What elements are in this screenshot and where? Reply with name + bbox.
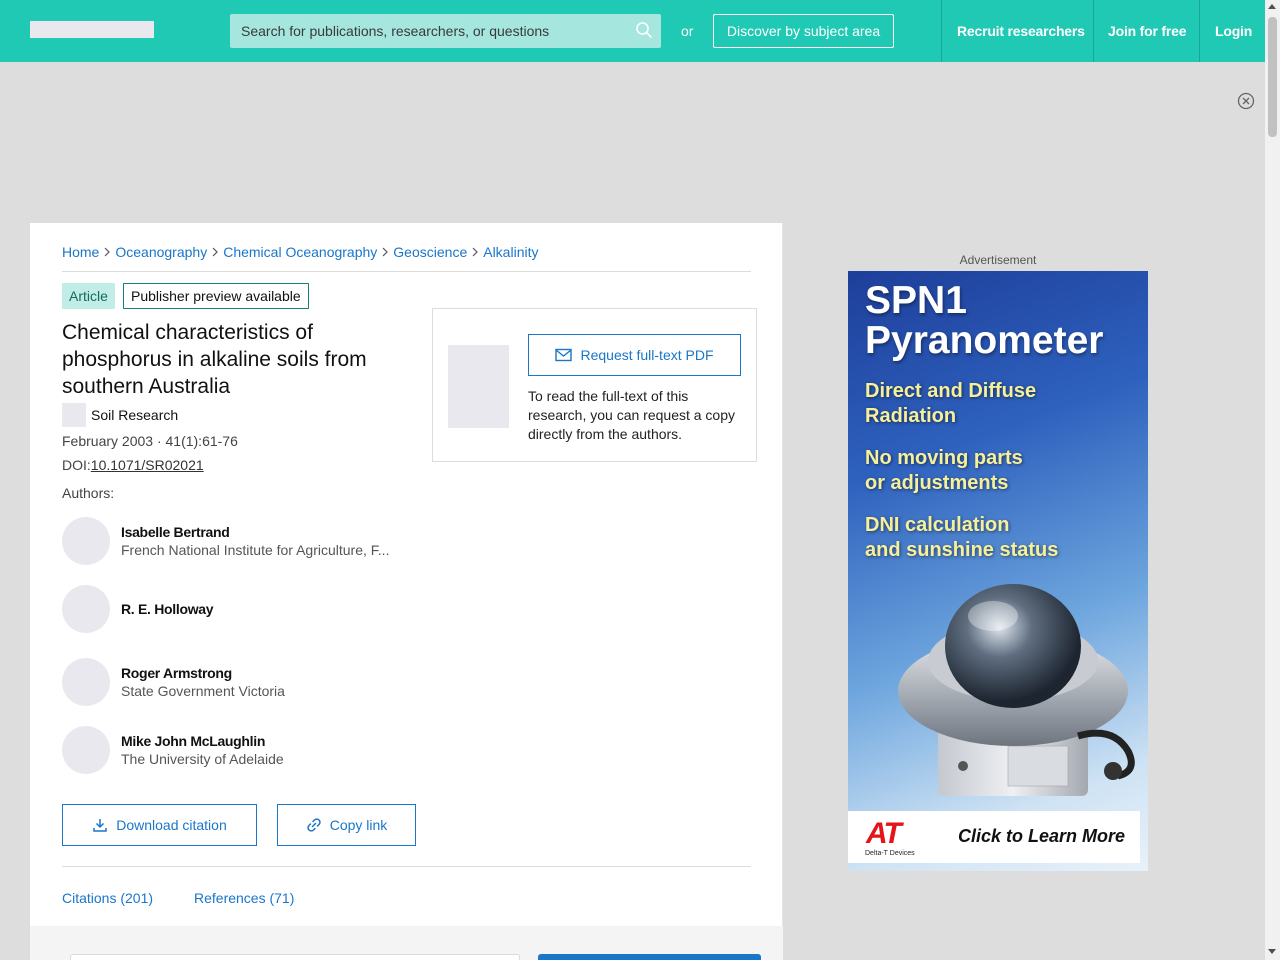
scroll-down-arrow-icon[interactable]: [1268, 949, 1276, 954]
nav-divider: [1093, 0, 1094, 62]
tab-citations[interactable]: Citations (201): [62, 890, 153, 906]
author-name[interactable]: Roger Armstrong: [121, 665, 232, 681]
ad-title-line: Pyranometer: [865, 319, 1104, 362]
breadcrumb: Home Oceanography Chemical Oceanography …: [62, 244, 538, 260]
bottom-input[interactable]: [70, 954, 520, 960]
section-divider: [62, 866, 751, 867]
breadcrumb-home[interactable]: Home: [62, 244, 99, 260]
ad-text-line: or adjustments: [865, 472, 1009, 494]
request-fulltext-description: To read the full-text of this research, …: [528, 388, 736, 442]
link-icon: [307, 818, 321, 832]
ad-call-to-action[interactable]: Click to Learn More: [958, 826, 1125, 847]
request-fulltext-button[interactable]: Request full-text PDF: [528, 334, 741, 376]
recruit-researchers-link[interactable]: Recruit researchers: [957, 23, 1085, 39]
advertisement-label: Advertisement: [959, 253, 1037, 267]
breadcrumb-oceanography[interactable]: Oceanography: [115, 244, 207, 260]
author-item[interactable]: Mike John McLaughlin The University of A…: [62, 726, 402, 774]
request-fulltext-label: Request full-text PDF: [580, 347, 714, 363]
download-citation-button[interactable]: Download citation: [62, 804, 257, 846]
chevron-right-icon: [472, 247, 479, 257]
journal-logo: [62, 403, 86, 427]
download-citation-label: Download citation: [116, 817, 227, 833]
avatar[interactable]: [62, 585, 110, 633]
author-affiliation: State Government Victoria: [121, 683, 285, 699]
bottom-primary-button[interactable]: [538, 954, 761, 960]
discover-by-subject-button[interactable]: Discover by subject area: [713, 14, 894, 48]
document-thumbnail: [448, 345, 509, 428]
breadcrumb-alkalinity[interactable]: Alkalinity: [483, 244, 538, 260]
authors-label: Authors:: [62, 485, 115, 501]
chevron-right-icon: [382, 247, 389, 257]
ad-text-line: No moving parts: [865, 447, 1023, 469]
tab-references[interactable]: References (71): [194, 890, 294, 906]
author-affiliation: The University of Adelaide: [121, 751, 284, 767]
download-icon: [93, 819, 107, 832]
copy-link-label: Copy link: [329, 817, 388, 833]
page-scrollbar[interactable]: [1265, 0, 1280, 960]
login-link[interactable]: Login: [1215, 23, 1252, 39]
search-input[interactable]: Search for publications, researchers, or…: [230, 14, 661, 48]
advertisement-banner[interactable]: SPN1 Pyranometer Direct and Diffuse Radi…: [848, 271, 1148, 871]
doi-prefix: DOI:: [62, 457, 91, 473]
mail-icon: [555, 348, 573, 362]
ad-logo-subtitle: Delta-T Devices: [865, 850, 915, 857]
search-icon[interactable]: [635, 21, 653, 39]
scroll-thumb[interactable]: [1268, 17, 1277, 137]
breadcrumb-geoscience[interactable]: Geoscience: [393, 244, 467, 260]
join-for-free-link[interactable]: Join for free: [1108, 23, 1187, 39]
or-label: or: [681, 23, 694, 39]
author-item[interactable]: Roger Armstrong State Government Victori…: [62, 658, 402, 706]
ad-logo: AT: [866, 817, 902, 850]
breadcrumb-chemical-oceanography[interactable]: Chemical Oceanography: [223, 244, 377, 260]
ad-text-line: DNI calculation: [865, 514, 1010, 536]
chevron-right-icon: [104, 247, 111, 257]
doi-link[interactable]: 10.1071/SR02021: [91, 457, 204, 473]
avatar[interactable]: [62, 726, 110, 774]
author-name[interactable]: Mike John McLaughlin: [121, 733, 265, 749]
author-name[interactable]: R. E. Holloway: [121, 601, 214, 617]
ad-text-line: Radiation: [865, 405, 957, 427]
ad-title: SPN1 Pyranometer: [865, 281, 1103, 361]
avatar[interactable]: [62, 517, 110, 565]
nav-divider: [1199, 0, 1200, 62]
author-item[interactable]: R. E. Holloway: [62, 585, 402, 633]
top-navigation-bar: Search for publications, researchers, or…: [0, 0, 1265, 62]
ad-text-line: Direct and Diffuse: [865, 380, 1037, 402]
author-name[interactable]: Isabelle Bertrand: [121, 524, 230, 540]
publisher-preview-badge: Publisher preview available: [123, 283, 309, 309]
author-affiliation: French National Institute for Agricultur…: [121, 542, 390, 558]
publication-date: February 2003 · 41(1):61-76: [62, 433, 238, 449]
card-bottom-section: [30, 926, 783, 960]
scroll-up-arrow-icon[interactable]: [1268, 4, 1276, 9]
nav-divider: [941, 0, 942, 62]
author-item[interactable]: Isabelle Bertrand French National Instit…: [62, 517, 402, 565]
page-title: Chemical characteristics of phosphorus i…: [62, 321, 367, 398]
ad-footer[interactable]: AT Delta-T Devices Click to Learn More: [848, 811, 1140, 863]
search-placeholder: Search for publications, researchers, or…: [241, 23, 550, 39]
pyranometer-image: [898, 584, 1135, 796]
article-type-badge: Article: [62, 283, 115, 309]
ad-title-line: SPN1: [865, 279, 967, 322]
chevron-right-icon: [212, 247, 219, 257]
breadcrumb-divider: [62, 271, 751, 272]
doi-line: DOI:10.1071/SR02021: [62, 457, 204, 473]
ad-text-line: and sunshine status: [865, 539, 1059, 561]
close-ad-icon[interactable]: [1237, 92, 1255, 110]
request-fulltext-box: Request full-text PDF To read the full-t…: [432, 308, 757, 462]
journal-name[interactable]: Soil Research: [91, 407, 178, 423]
site-logo[interactable]: [30, 21, 154, 38]
avatar[interactable]: [62, 658, 110, 706]
copy-link-button[interactable]: Copy link: [277, 804, 416, 846]
article-card: Home Oceanography Chemical Oceanography …: [30, 223, 783, 960]
